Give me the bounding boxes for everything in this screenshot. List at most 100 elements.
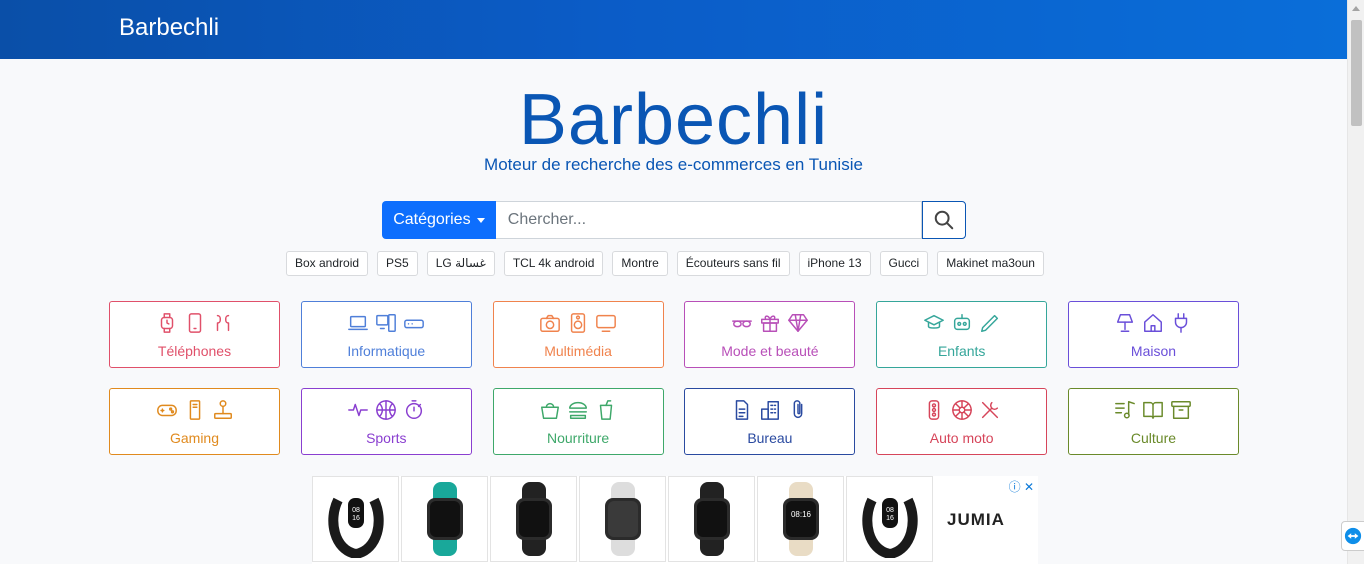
category-card-téléphones[interactable]: Téléphones (109, 301, 280, 368)
music-icon (1114, 399, 1136, 426)
popular-search-tag[interactable]: Montre (612, 251, 668, 276)
ad-band-time: 08 (886, 507, 894, 514)
robot-icon (951, 312, 973, 339)
category-grid: Téléphones Informatique Multimédia Mode et … (109, 301, 1239, 455)
smartwatch-icon (426, 482, 463, 556)
document-icon (731, 399, 753, 426)
popular-search-tag[interactable]: Box android (286, 251, 369, 276)
lamp-icon (1114, 312, 1136, 339)
popular-search-tag[interactable]: PS5 (377, 251, 418, 276)
category-card-enfants[interactable]: Enfants (876, 301, 1048, 368)
smart-band-icon: 0816 (327, 497, 384, 558)
category-icons (923, 399, 1001, 425)
tools-icon (979, 399, 1001, 426)
ad-product-tile[interactable] (668, 476, 755, 562)
gift-icon (759, 312, 781, 339)
smart-band-icon: 0816 (861, 497, 918, 558)
advertisement-banner[interactable]: 08 16 08:16 08 16 JUMIA ⓘ ✕ (312, 476, 1038, 564)
scrollbar-thumb[interactable] (1351, 20, 1362, 126)
popular-search-tag[interactable]: Gucci (879, 251, 929, 276)
svg-text:16: 16 (352, 515, 360, 522)
category-icons (347, 312, 425, 338)
category-label: Sports (366, 430, 407, 446)
wheel-icon (951, 399, 973, 426)
category-card-culture[interactable]: Culture (1067, 388, 1239, 455)
category-label: Nourriture (546, 430, 610, 446)
categories-dropdown-button[interactable]: Catégories (382, 201, 496, 239)
navbar-brand[interactable]: Barbechli (119, 14, 219, 42)
category-icons (731, 312, 809, 338)
top-navbar: Barbechli (0, 0, 1347, 59)
search-submit-button[interactable] (922, 201, 966, 239)
ad-product-tile[interactable] (490, 476, 577, 562)
house-icon (1142, 312, 1164, 339)
pencil-icon (979, 312, 1001, 339)
desktop-icon (375, 312, 397, 339)
category-icons (1114, 399, 1192, 425)
basket-icon (539, 399, 561, 426)
pc-tower-icon (184, 399, 206, 426)
stopwatch-icon (403, 399, 425, 426)
diamond-icon (787, 312, 809, 339)
category-icons (539, 399, 617, 425)
scroll-up-arrow-icon[interactable] (1352, 6, 1360, 11)
hero-title: Barbechli (518, 80, 829, 160)
categories-dropdown-label: Catégories (393, 211, 471, 228)
plug-icon (1170, 312, 1192, 339)
ad-product-tile[interactable]: 08:16 (757, 476, 844, 562)
smartwatch-icon (515, 482, 552, 556)
joystick-icon (212, 399, 234, 426)
graduation-cap-icon (923, 312, 945, 339)
caret-down-icon (476, 217, 485, 223)
speaker-icon (567, 312, 589, 339)
popular-searches: Box android PS5 LG غسالة TCL 4k android Mont… (286, 251, 1044, 277)
category-icons (347, 399, 425, 425)
category-icons (923, 312, 1001, 338)
category-card-maison[interactable]: Maison (1067, 301, 1239, 368)
category-label: Auto moto (929, 430, 994, 446)
category-card-auto-moto[interactable]: Auto moto (876, 388, 1048, 455)
router-icon (403, 312, 425, 339)
category-card-multimédia[interactable]: Multimédia (492, 301, 664, 368)
tv-icon (595, 312, 617, 339)
popular-search-tag[interactable]: TCL 4k android (503, 251, 604, 276)
popular-search-tag[interactable]: iPhone 13 (798, 251, 871, 276)
category-label: Maison (1130, 343, 1177, 359)
category-label: Téléphones (157, 343, 232, 359)
ad-product-tile[interactable]: 08 16 (846, 476, 933, 562)
smartphone-icon (184, 312, 206, 339)
ad-product-tile[interactable] (579, 476, 666, 562)
category-label: Bureau (747, 430, 793, 446)
popular-search-tag[interactable]: Makinet ma3oun (937, 251, 1044, 276)
category-card-gaming[interactable]: Gaming (109, 388, 280, 455)
search-icon (934, 210, 954, 230)
teamviewer-widget[interactable] (1341, 521, 1364, 551)
category-card-sports[interactable]: Sports (300, 388, 472, 455)
category-card-mode-et-beauté[interactable]: Mode et beauté (684, 301, 856, 368)
category-label: Culture (1130, 430, 1177, 446)
smartwatch-icon: 08:16 (782, 482, 819, 556)
category-card-informatique[interactable]: Informatique (300, 301, 472, 368)
smartwatch-icon (693, 482, 730, 556)
smartwatch-icon (604, 482, 641, 556)
basketball-icon (375, 399, 397, 426)
smartwatch-icon (156, 312, 178, 339)
popular-search-tag[interactable]: Écouteurs sans fil (676, 251, 790, 276)
ad-product-tile[interactable]: 08 16 (312, 476, 399, 562)
sunglasses-icon (731, 312, 753, 339)
ad-band-time: 08 (352, 507, 360, 514)
ad-brand-logo[interactable]: JUMIA (935, 476, 1005, 564)
burger-icon (567, 399, 589, 426)
category-card-nourriture[interactable]: Nourriture (492, 388, 664, 455)
hero-subtitle: Moteur de recherche des e-commerces en T… (484, 155, 863, 174)
category-label: Multimédia (544, 343, 612, 359)
popular-search-tag[interactable]: LG غسالة (426, 251, 495, 276)
paperclip-icon (787, 399, 809, 426)
adchoices-icon[interactable]: ⓘ ✕ (1009, 478, 1034, 495)
ad-watch-time: 08:16 (790, 510, 811, 519)
ad-product-tile[interactable] (401, 476, 488, 562)
search-input[interactable] (495, 201, 923, 239)
book-icon (1142, 399, 1164, 426)
page-scrollbar[interactable] (1347, 0, 1364, 564)
category-card-bureau[interactable]: Bureau (684, 388, 856, 455)
